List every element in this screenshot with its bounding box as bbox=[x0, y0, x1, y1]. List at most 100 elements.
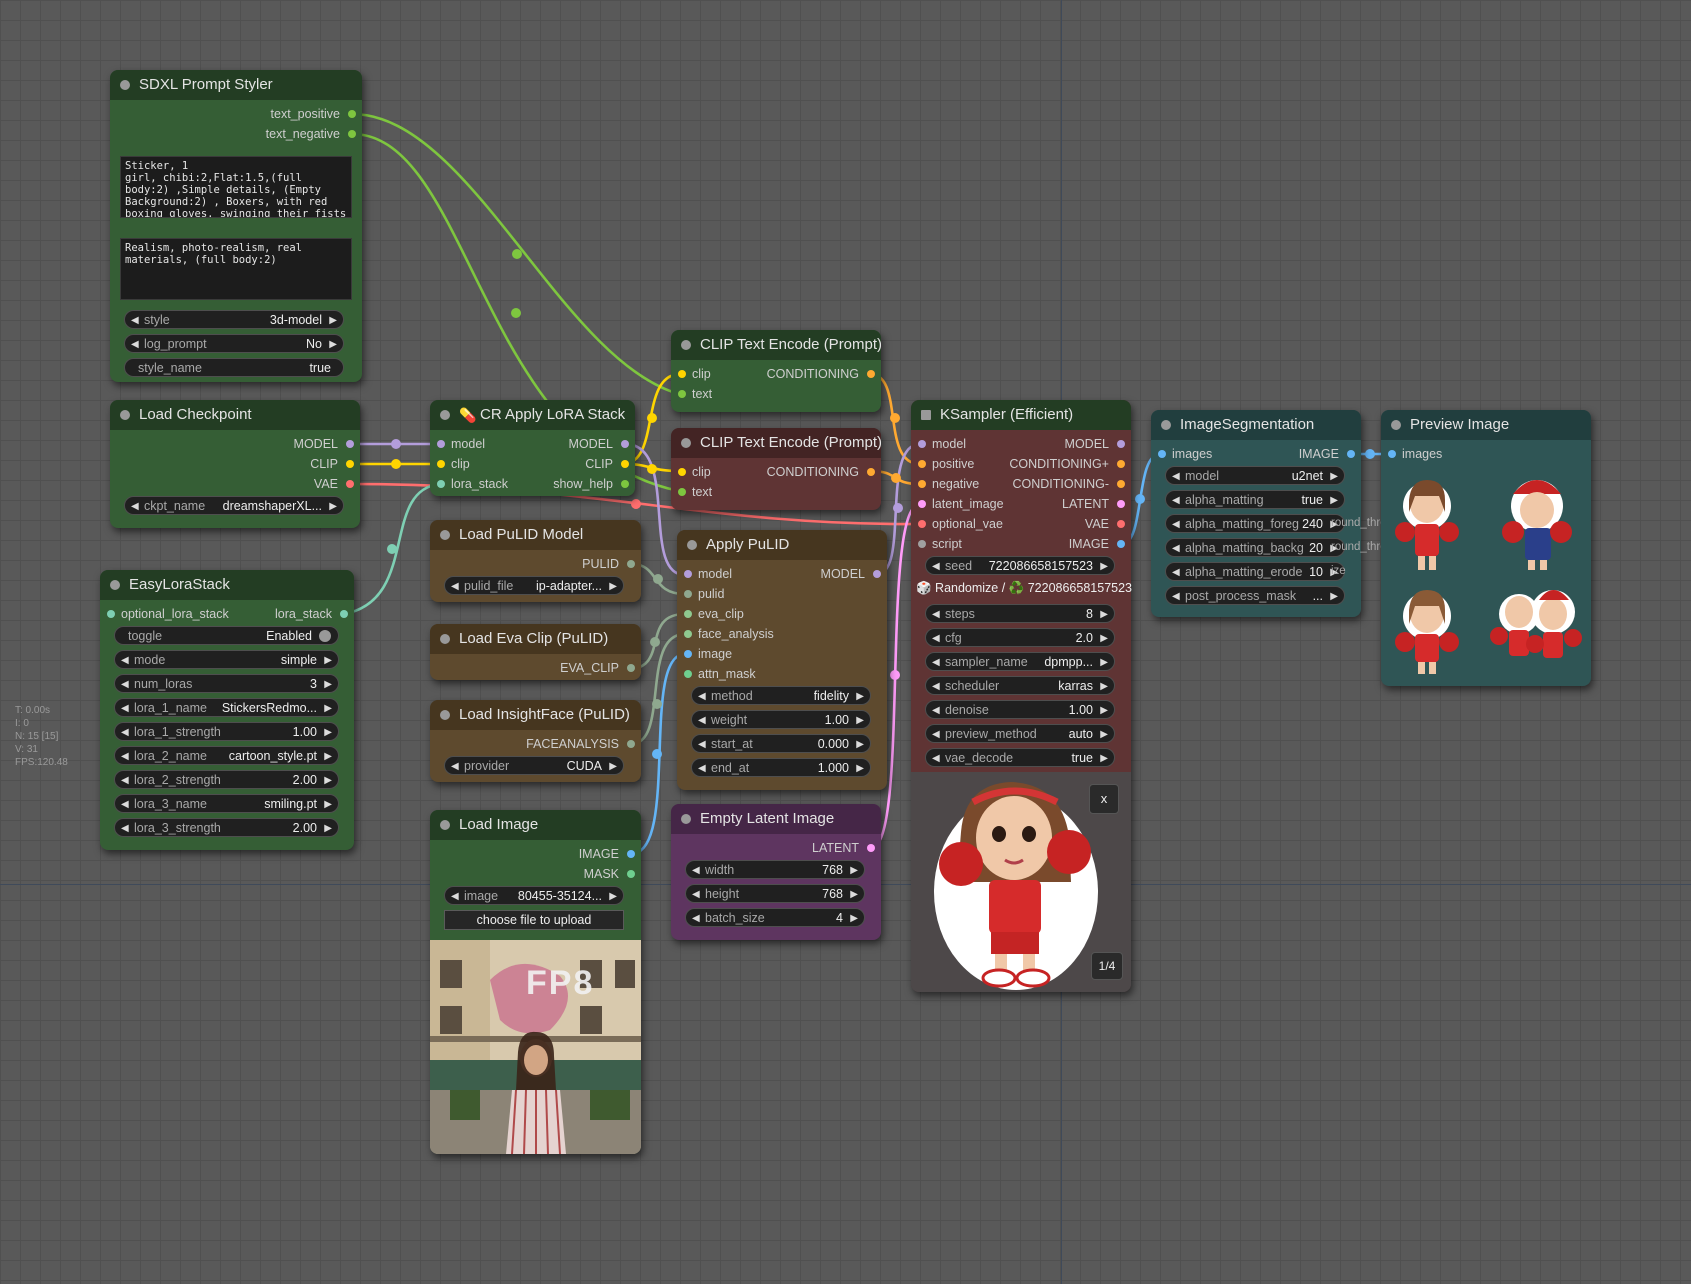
node-clip-text-encode-positive[interactable]: CLIP Text Encode (Prompt) clip text COND… bbox=[671, 330, 881, 412]
collapse-dot-icon[interactable] bbox=[440, 410, 450, 420]
collapse-dot-icon[interactable] bbox=[440, 634, 450, 644]
output-faceanalysis[interactable]: FACEANALYSIS bbox=[526, 736, 641, 752]
input-pulid[interactable]: pulid bbox=[677, 586, 724, 602]
output-text-positive[interactable]: text_positive bbox=[271, 106, 362, 122]
node-title-bar[interactable]: ImageSegmentation bbox=[1151, 410, 1361, 440]
node-load-eva-clip[interactable]: Load Eva Clip (PuLID) EVA_CLIP bbox=[430, 624, 641, 680]
node-preview-image[interactable]: Preview Image images bbox=[1381, 410, 1591, 686]
output-conditioning-plus[interactable]: CONDITIONING+ bbox=[1009, 456, 1131, 472]
input-face-analysis[interactable]: face_analysis bbox=[677, 626, 774, 642]
vae-decode-combo[interactable]: ◀ vae_decode true ▶ bbox=[925, 748, 1115, 767]
collapse-dot-icon[interactable] bbox=[120, 80, 130, 90]
end-at-stepper[interactable]: ◀ end_at 1.000 ▶ bbox=[691, 758, 871, 777]
node-empty-latent-image[interactable]: Empty Latent Image LATENT ◀ width 768 ▶ ◀ he… bbox=[671, 804, 881, 940]
output-clip[interactable]: CLIP bbox=[310, 456, 360, 472]
alpha-matting-erode-size-stepper[interactable]: ◀ alpha_matting_erode 10 ▶ bbox=[1165, 562, 1345, 581]
model-combo[interactable]: ◀ model u2net ▶ bbox=[1165, 466, 1345, 485]
cfg-stepper[interactable]: ◀ cfg 2.0 ▶ bbox=[925, 628, 1115, 647]
collapse-dot-icon[interactable] bbox=[120, 410, 130, 420]
node-title-bar[interactable]: CLIP Text Encode (Prompt) bbox=[671, 428, 881, 458]
node-ksampler-efficient[interactable]: KSampler (Efficient) model positive nega… bbox=[911, 400, 1132, 992]
collapse-dot-icon[interactable] bbox=[687, 540, 697, 550]
collapse-dot-icon[interactable] bbox=[681, 340, 691, 350]
collapse-dot-icon[interactable] bbox=[681, 814, 691, 824]
input-image[interactable]: image bbox=[677, 646, 732, 662]
input-text[interactable]: text bbox=[671, 484, 712, 500]
lora-3-name-combo[interactable]: ◀ lora_3_name smiling.pt ▶ bbox=[114, 794, 339, 813]
node-title-bar[interactable]: Apply PuLID bbox=[677, 530, 887, 560]
output-model[interactable]: MODEL bbox=[294, 436, 360, 452]
output-lora-stack[interactable]: lora_stack bbox=[275, 606, 354, 622]
input-eva-clip[interactable]: eva_clip bbox=[677, 606, 744, 622]
node-load-insightface[interactable]: Load InsightFace (PuLID) FACEANALYSIS ◀ p… bbox=[430, 700, 641, 782]
toggle-switch[interactable]: toggle Enabled bbox=[114, 626, 339, 645]
randomize-seed-control[interactable]: 🎲 Randomize / ♻️ 722086658157523 bbox=[916, 581, 1132, 596]
collapse-dot-icon[interactable] bbox=[681, 438, 691, 448]
node-clip-text-encode-negative[interactable]: CLIP Text Encode (Prompt) clip text COND… bbox=[671, 428, 881, 510]
output-latent[interactable]: LATENT bbox=[1062, 496, 1131, 512]
output-image[interactable]: IMAGE bbox=[1069, 536, 1131, 552]
post-process-mask-combo[interactable]: ◀ post_process_mask... ▶ bbox=[1165, 586, 1345, 605]
input-clip[interactable]: clip bbox=[671, 464, 711, 480]
input-optional-vae[interactable]: optional_vae bbox=[911, 516, 1003, 532]
node-title-bar[interactable]: Load Image bbox=[430, 810, 641, 840]
ckpt-name-combo[interactable]: ◀ ckpt_name dreamshaperXL... ▶ bbox=[124, 496, 344, 515]
output-conditioning[interactable]: CONDITIONING bbox=[767, 464, 881, 480]
mode-combo[interactable]: ◀ mode simple ▶ bbox=[114, 650, 339, 669]
lora-3-strength-stepper[interactable]: ◀ lora_3_strength 2.00 ▶ bbox=[114, 818, 339, 837]
start-at-stepper[interactable]: ◀ start_at 0.000 ▶ bbox=[691, 734, 871, 753]
denoise-stepper[interactable]: ◀ denoise 1.00 ▶ bbox=[925, 700, 1115, 719]
node-cr-apply-lora-stack[interactable]: 💊 CR Apply LoRA Stack model clip lora_st… bbox=[430, 400, 635, 496]
close-preview-button[interactable]: x bbox=[1089, 784, 1119, 814]
lora-2-name-combo[interactable]: ◀ lora_2_name cartoon_style.pt ▶ bbox=[114, 746, 339, 765]
input-latent-image[interactable]: latent_image bbox=[911, 496, 1004, 512]
input-text[interactable]: text bbox=[671, 386, 712, 402]
node-title-bar[interactable]: SDXL Prompt Styler bbox=[110, 70, 362, 100]
node-title-bar[interactable]: Load Eva Clip (PuLID) bbox=[430, 624, 641, 654]
collapse-dot-icon[interactable] bbox=[440, 820, 450, 830]
height-stepper[interactable]: ◀ height 768 ▶ bbox=[685, 884, 865, 903]
output-show-help[interactable]: show_help bbox=[553, 476, 635, 492]
width-stepper[interactable]: ◀ width 768 ▶ bbox=[685, 860, 865, 879]
num-loras-stepper[interactable]: ◀ num_loras 3 ▶ bbox=[114, 674, 339, 693]
input-model[interactable]: model bbox=[911, 436, 966, 452]
alpha-matting-combo[interactable]: ◀ alpha_matting true ▶ bbox=[1165, 490, 1345, 509]
input-images[interactable]: images bbox=[1381, 446, 1442, 462]
input-clip[interactable]: clip bbox=[430, 456, 470, 472]
input-negative[interactable]: negative bbox=[911, 476, 979, 492]
node-title-bar[interactable]: KSampler (Efficient) bbox=[911, 400, 1131, 430]
steps-stepper[interactable]: ◀ steps 8 ▶ bbox=[925, 604, 1115, 623]
node-load-image[interactable]: Load Image IMAGE MASK ◀ image 80455-35124.… bbox=[430, 810, 641, 1154]
lora-1-strength-stepper[interactable]: ◀ lora_1_strength 1.00 ▶ bbox=[114, 722, 339, 741]
output-image[interactable]: IMAGE bbox=[579, 846, 641, 862]
collapse-square-icon[interactable] bbox=[921, 410, 931, 420]
node-title-bar[interactable]: 💊 CR Apply LoRA Stack bbox=[430, 400, 635, 430]
node-title-bar[interactable]: CLIP Text Encode (Prompt) bbox=[671, 330, 881, 360]
output-vae[interactable]: VAE bbox=[1085, 516, 1131, 532]
output-model[interactable]: MODEL bbox=[821, 566, 887, 582]
output-latent[interactable]: LATENT bbox=[812, 840, 881, 856]
output-image[interactable]: IMAGE bbox=[1299, 446, 1361, 462]
log-prompt-combo[interactable]: ◀ log_prompt No ▶ bbox=[124, 334, 344, 353]
sampler-name-combo[interactable]: ◀ sampler_name dpmpp... ▶ bbox=[925, 652, 1115, 671]
seed-stepper[interactable]: ◀ seed 722086658157523 ▶ bbox=[925, 556, 1115, 575]
lora-1-name-combo[interactable]: ◀ lora_1_name StickersRedmo... ▶ bbox=[114, 698, 339, 717]
upload-button[interactable]: choose file to upload bbox=[444, 910, 624, 930]
node-sdxl-prompt-styler[interactable]: SDXL Prompt Styler text_positive text_ne… bbox=[110, 70, 362, 382]
input-model[interactable]: model bbox=[430, 436, 485, 452]
node-title-bar[interactable]: Preview Image bbox=[1381, 410, 1591, 440]
input-attn-mask[interactable]: attn_mask bbox=[677, 666, 756, 682]
style-name-field[interactable]: style_name true bbox=[124, 358, 344, 377]
output-model[interactable]: MODEL bbox=[569, 436, 635, 452]
node-load-pulid-model[interactable]: Load PuLID Model PULID ◀ pulid_file ip-ada… bbox=[430, 520, 641, 602]
provider-combo[interactable]: ◀ provider CUDA ▶ bbox=[444, 756, 624, 775]
output-text-negative[interactable]: text_negative bbox=[266, 126, 362, 142]
image-combo[interactable]: ◀ image 80455-35124... ▶ bbox=[444, 886, 624, 905]
output-conditioning-minus[interactable]: CONDITIONING- bbox=[1012, 476, 1131, 492]
node-title-bar[interactable]: Load PuLID Model bbox=[430, 520, 641, 550]
output-pulid[interactable]: PULID bbox=[582, 556, 641, 572]
node-load-checkpoint[interactable]: Load Checkpoint MODEL CLIP VAE ◀ ckpt_nam… bbox=[110, 400, 360, 528]
text-positive-textarea[interactable]: Sticker, 1 girl, chibi:2,Flat:1.5,(full … bbox=[120, 156, 352, 218]
pulid-file-combo[interactable]: ◀ pulid_file ip-adapter... ▶ bbox=[444, 576, 624, 595]
node-apply-pulid[interactable]: Apply PuLID model pulid eva_clip face_an… bbox=[677, 530, 887, 790]
